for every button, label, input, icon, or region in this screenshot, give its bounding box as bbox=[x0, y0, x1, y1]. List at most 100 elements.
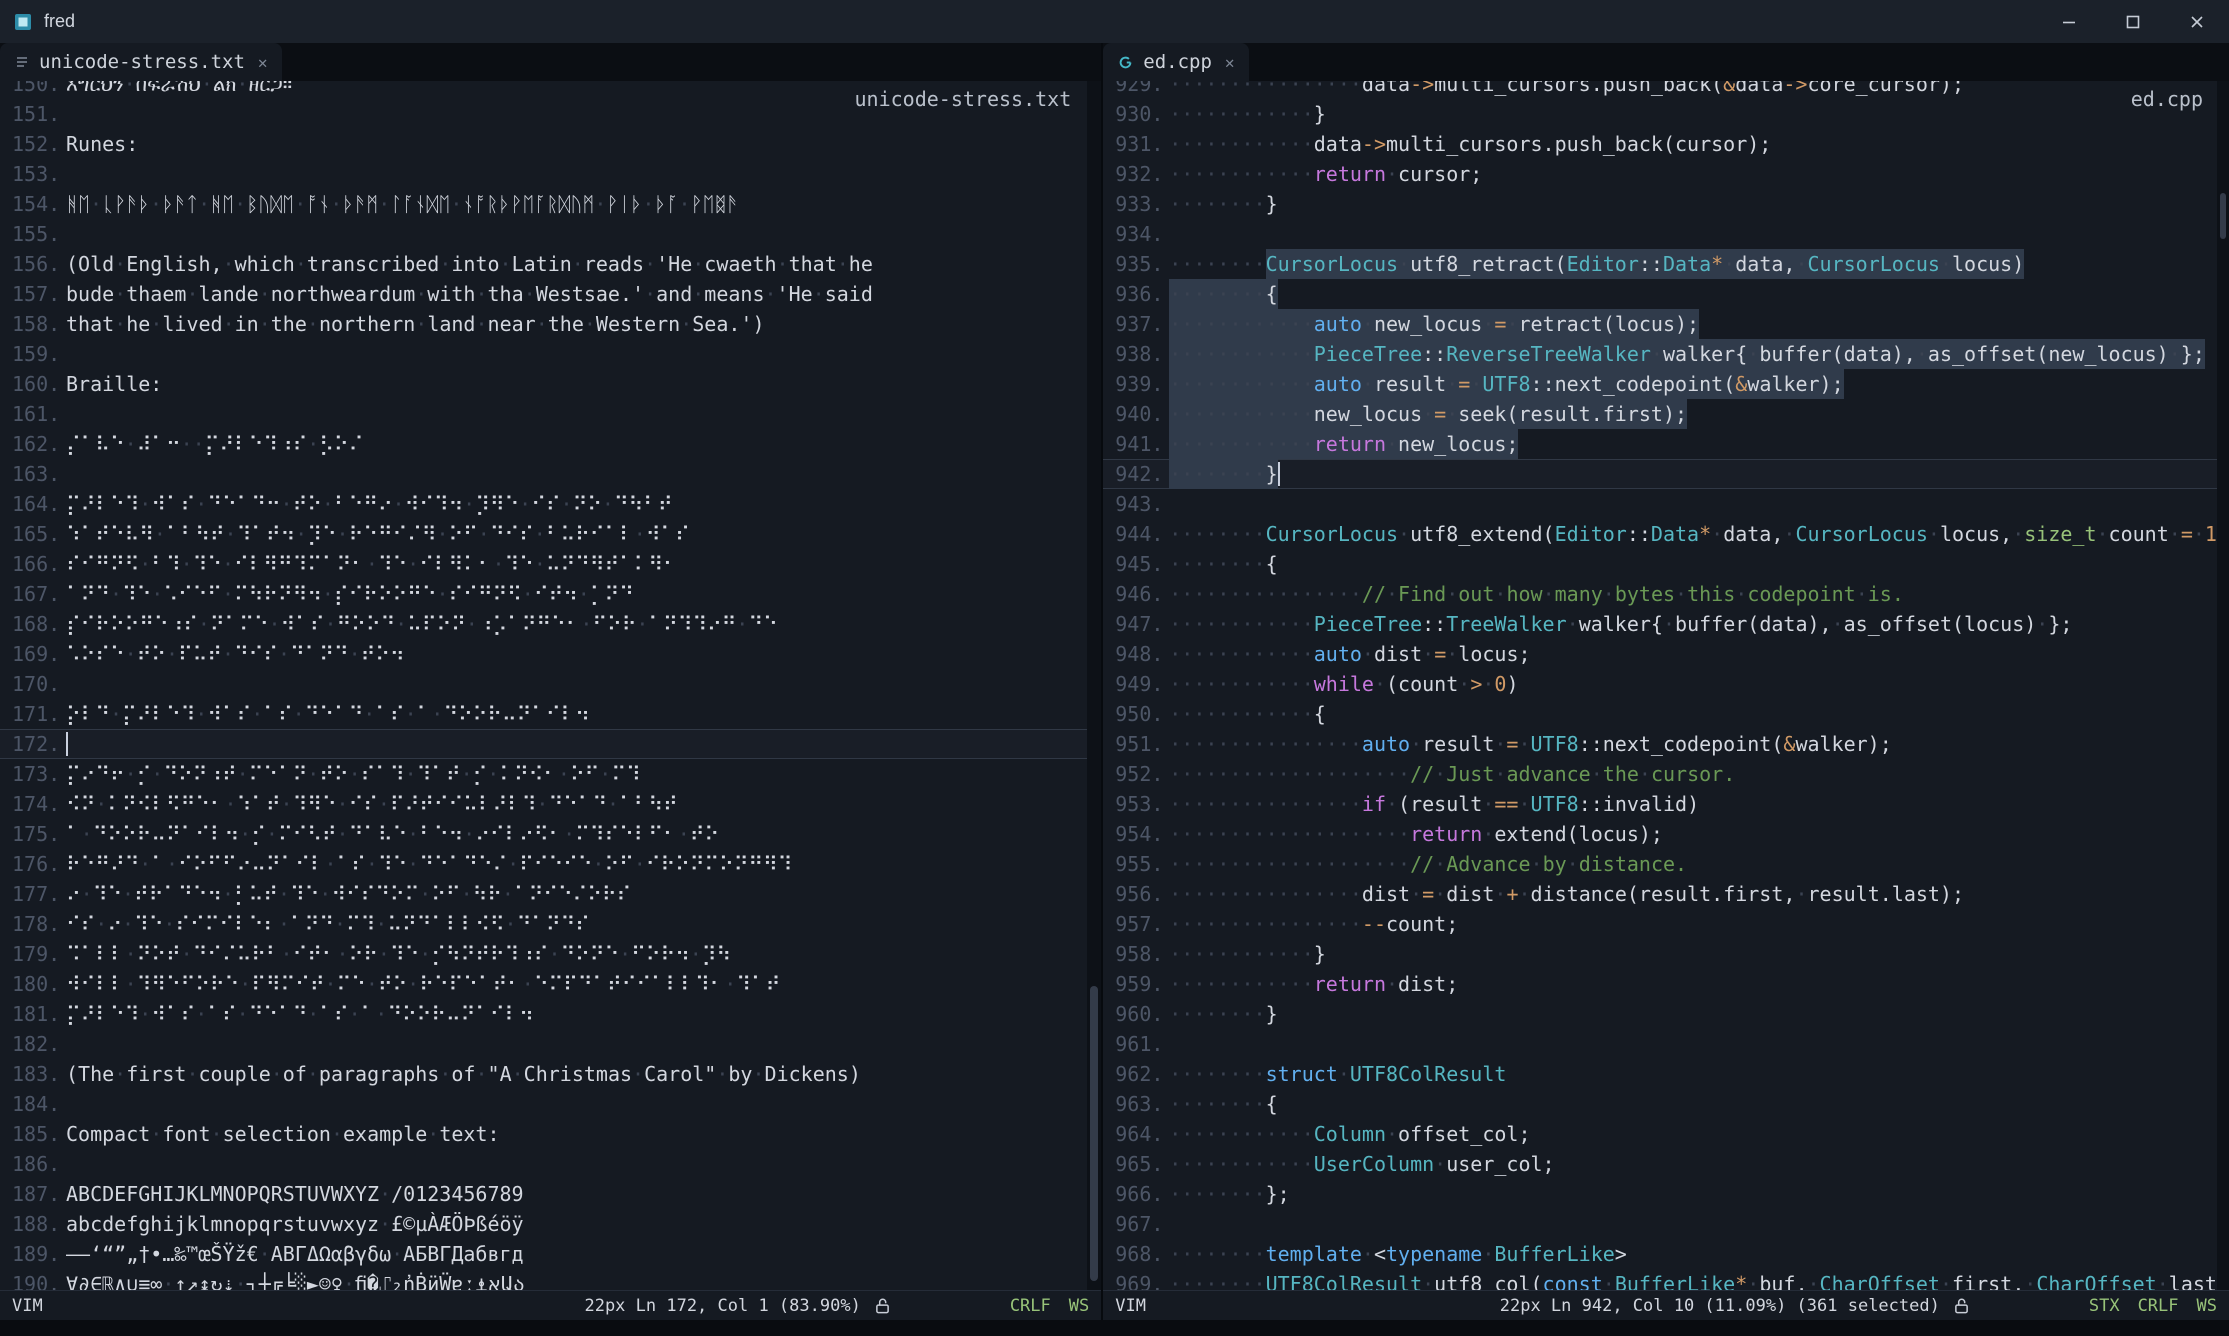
lock-unlocked-icon[interactable] bbox=[875, 1297, 890, 1315]
code-line[interactable]: 947.············PieceTree::TreeWalker·wa… bbox=[1103, 609, 2229, 639]
code-line[interactable]: 935.········CursorLocus·utf8_retract(Edi… bbox=[1103, 249, 2229, 279]
tab-ed-cpp[interactable]: ed.cpp ✕ bbox=[1103, 43, 1248, 81]
code-line[interactable]: 165.⠱⠁⠞⠑⠧⠻·⠁⠃⠳⠞·⠹⠁⠞⠲·⡹⠑·⠗⠑⠛⠊⠌⠻·⠕⠋·⠙⠊⠎·⠃⠥… bbox=[0, 519, 1101, 549]
code-line[interactable]: 159. bbox=[0, 339, 1101, 369]
minimize-button[interactable] bbox=[2037, 0, 2101, 43]
code-line[interactable]: 162.⡌⠁⠧⠑·⠼⠁⠒··⡍⠜⠇⠑⠹⠰⠎·⡣⠕⠌ bbox=[0, 429, 1101, 459]
code-line[interactable]: 940.············new_locus·=·seek(result.… bbox=[1103, 399, 2229, 429]
tab-close-icon[interactable]: ✕ bbox=[1225, 53, 1235, 72]
code-line[interactable]: 929.················data->multi_cursors.… bbox=[1103, 81, 2229, 99]
code-line[interactable]: 933.········} bbox=[1103, 189, 2229, 219]
code-line[interactable]: 938.············PieceTree::ReverseTreeWa… bbox=[1103, 339, 2229, 369]
code-line[interactable]: 172. bbox=[0, 729, 1101, 759]
code-line[interactable]: 181.⡍⠜⠇⠑⠹·⠺⠁⠎·⠁⠎·⠙⠑⠁⠙·⠁⠎·⠁·⠙⠕⠕⠗⠤⠝⠁⠊⠇⠲ bbox=[0, 999, 1101, 1029]
code-line[interactable]: 164.⡍⠜⠇⠑⠹·⠺⠁⠎·⠙⠑⠁⠙⠒·⠞⠕·⠃⠑⠛⠔·⠺⠊⠹⠲·⡹⠻⠑·⠊⠎·… bbox=[0, 489, 1101, 519]
code-line[interactable]: 186. bbox=[0, 1149, 1101, 1179]
code-line[interactable]: 187.ABCDEFGHIJKLMNOPQRSTUVWXYZ·/01234567… bbox=[0, 1179, 1101, 1209]
line-number: 167. bbox=[12, 579, 68, 609]
code-line[interactable]: 158.that·he·lived·in·the·northern·land·n… bbox=[0, 309, 1101, 339]
code-line[interactable]: 961. bbox=[1103, 1029, 2229, 1059]
code-line[interactable]: 169.⠡⠕⠎⠑·⠞⠕·⠏⠥⠞·⠙⠊⠎·⠙⠁⠝⠙·⠞⠕⠲ bbox=[0, 639, 1101, 669]
lock-unlocked-icon[interactable] bbox=[1954, 1297, 1969, 1315]
code-line[interactable]: 953.················if·(result·==·UTF8::… bbox=[1103, 789, 2229, 819]
code-line[interactable]: 188.abcdefghijklmnopqrstuvwxyz·£©µÀÆÖÞßé… bbox=[0, 1209, 1101, 1239]
code-line[interactable]: 183.(The·first·couple·of·paragraphs·of·"… bbox=[0, 1059, 1101, 1089]
code-line[interactable]: 160.Braille: bbox=[0, 369, 1101, 399]
code-line[interactable]: 942.········} bbox=[1103, 459, 2229, 489]
text-caret bbox=[1278, 462, 1280, 486]
code-line[interactable]: 939.············auto·result·=·UTF8::next… bbox=[1103, 369, 2229, 399]
code-line[interactable]: 167.⠁⠝⠙·⠹⠑·⠡⠊⠑⠋·⠍⠳⠗⠝⠻⠲·⡎⠊⠗⠕⠕⠛⠑·⠎⠊⠛⠝⠫·⠊⠞⠲… bbox=[0, 579, 1101, 609]
code-line[interactable]: 153. bbox=[0, 159, 1101, 189]
code-line[interactable]: 155. bbox=[0, 219, 1101, 249]
code-line[interactable]: 152.Runes: bbox=[0, 129, 1101, 159]
code-line[interactable]: 157.bude·thaem·lande·northweardum·with·t… bbox=[0, 279, 1101, 309]
scrollbar-thumb[interactable] bbox=[2220, 193, 2226, 239]
code-line[interactable]: 154.ᚻᛖ·ᚳᚹᚫᚦ·ᚦᚫᛏ·ᚻᛖ·ᛒᚢᛞᛖ·ᚩᚾ·ᚦᚫᛗ·ᛚᚪᚾᛞᛖ·ᚾᚩᚱ… bbox=[0, 189, 1101, 219]
code-line[interactable]: 182. bbox=[0, 1029, 1101, 1059]
code-line[interactable]: 166.⠎⠊⠛⠝⠫·⠃⠹·⠹⠑·⠊⠇⠻⠛⠹⠍⠁⠝⠂·⠹⠑·⠊⠇⠻⠅⠂·⠹⠑·⠥⠝… bbox=[0, 549, 1101, 579]
code-line[interactable]: 952.····················//·Just·advance·… bbox=[1103, 759, 2229, 789]
code-line[interactable]: 946.················//·Find·out·how·many… bbox=[1103, 579, 2229, 609]
code-line[interactable]: 957.················--count; bbox=[1103, 909, 2229, 939]
code-line[interactable]: 168.⡎⠊⠗⠕⠕⠛⠑⠰⠎·⠝⠁⠍⠑·⠺⠁⠎·⠛⠕⠕⠙·⠥⠏⠕⠝·⠰⡡⠁⠝⠛⠑⠂… bbox=[0, 609, 1101, 639]
code-line[interactable]: 930.············} bbox=[1103, 99, 2229, 129]
code-line[interactable]: 174.⠪⠝·⠅⠝⠪⠇⠫⠛⠑⠂·⠱⠁⠞·⠹⠻⠑·⠊⠎·⠏⠜⠞⠊⠊⠥⠇⠜⠇⠹·⠙⠑… bbox=[0, 789, 1101, 819]
code-line[interactable]: 944.········CursorLocus·utf8_extend(Edit… bbox=[1103, 519, 2229, 549]
close-button[interactable] bbox=[2165, 0, 2229, 43]
scrollbar-thumb[interactable] bbox=[1090, 986, 1098, 1281]
code-line[interactable]: 962.········struct·UTF8ColResult bbox=[1103, 1059, 2229, 1089]
tab-unicode-stress[interactable]: unicode-stress.txt ✕ bbox=[0, 43, 282, 81]
code-line[interactable]: 963.········{ bbox=[1103, 1089, 2229, 1119]
vertical-scrollbar[interactable] bbox=[1087, 81, 1101, 1290]
maximize-button[interactable] bbox=[2101, 0, 2165, 43]
code-line[interactable]: 941.············return·new_locus; bbox=[1103, 429, 2229, 459]
code-line[interactable]: 184. bbox=[0, 1089, 1101, 1119]
code-line[interactable]: 177.⠔·⠹⠑·⠞⠗⠁⠙⠑⠲·⡃⠥⠞·⠹⠑·⠺⠊⠎⠙⠕⠍·⠕⠋·⠳⠗·⠁⠝⠊⠑… bbox=[0, 879, 1101, 909]
code-line[interactable]: 934. bbox=[1103, 219, 2229, 249]
code-line[interactable]: 161. bbox=[0, 399, 1101, 429]
code-line[interactable]: 960.········} bbox=[1103, 999, 2229, 1029]
code-line[interactable]: 937.············auto·new_locus·=·retract… bbox=[1103, 309, 2229, 339]
code-line[interactable]: 959.············return·dist; bbox=[1103, 969, 2229, 999]
code-line[interactable]: 178.⠊⠎·⠔·⠹⠑·⠎⠊⠍⠊⠇⠑⠆·⠁⠝⠙·⠍⠹·⠥⠝⠙⠁⠇⠇⠪⠫·⠙⠁⠝⠙… bbox=[0, 909, 1101, 939]
code-line[interactable]: 943. bbox=[1103, 489, 2229, 519]
code-line[interactable]: 189.–—‘“”„†•…‰™œŠŸž€·ΑΒΓΔΩαβγδω·АБВГДабв… bbox=[0, 1239, 1101, 1269]
line-number: 934. bbox=[1115, 219, 1171, 249]
code-line[interactable]: 967. bbox=[1103, 1209, 2229, 1239]
code-line[interactable]: 173.⡍⠔⠙⠖·⡊·⠙⠕⠝⠰⠞·⠍⠑⠁⠝·⠞⠕·⠎⠁⠹·⠹⠁⠞·⡊·⠅⠝⠪⠂·… bbox=[0, 759, 1101, 789]
code-line[interactable]: 176.⠗⠑⠛⠜⠙·⠁·⠊⠕⠋⠋⠔⠤⠝⠁⠊⠇·⠁⠎·⠹⠑·⠙⠑⠁⠙⠑⠌·⠏⠊⠑⠊… bbox=[0, 849, 1101, 879]
tab-close-icon[interactable]: ✕ bbox=[258, 53, 268, 72]
code-line[interactable]: 931.············data->multi_cursors.push… bbox=[1103, 129, 2229, 159]
code-line[interactable]: 948.············auto·dist·=·locus; bbox=[1103, 639, 2229, 669]
code-line[interactable]: 156.(Old·English,·which·transcribed·into… bbox=[0, 249, 1101, 279]
code-line[interactable]: 936.········{ bbox=[1103, 279, 2229, 309]
code-lines: 929.················data->multi_cursors.… bbox=[1103, 81, 2229, 1290]
code-line[interactable]: 179.⠩⠁⠇⠇·⠝⠕⠞·⠙⠊⠌⠥⠗⠃·⠊⠞⠂·⠕⠗·⠹⠑·⡊⠳⠝⠞⠗⠹⠰⠎·⠙… bbox=[0, 939, 1101, 969]
code-line[interactable]: 966.········}; bbox=[1103, 1179, 2229, 1209]
code-line[interactable]: 175.⠁·⠙⠕⠕⠗⠤⠝⠁⠊⠇⠲·⡊·⠍⠊⠣⠞·⠙⠁⠧⠑·⠃⠑⠲·⠔⠊⠇⠔⠫⠂·… bbox=[0, 819, 1101, 849]
code-line[interactable]: 185.Compact·font·selection·example·text: bbox=[0, 1119, 1101, 1149]
code-line[interactable]: 969.········UTF8ColResult·utf8_col(const… bbox=[1103, 1269, 2229, 1290]
text-editor[interactable]: 150.እግርህን·በፍራሽህ·ልክ·ዘርጋ።151.152.Runes:153… bbox=[0, 81, 1101, 1290]
code-line[interactable]: 954.····················return·extend(lo… bbox=[1103, 819, 2229, 849]
code-line[interactable]: 932.············return·cursor; bbox=[1103, 159, 2229, 189]
code-line[interactable]: 163. bbox=[0, 459, 1101, 489]
code-line[interactable]: 964.············Column·offset_col; bbox=[1103, 1119, 2229, 1149]
code-line[interactable]: 170. bbox=[0, 669, 1101, 699]
code-line[interactable]: 950.············{ bbox=[1103, 699, 2229, 729]
text-editor[interactable]: 929.················data->multi_cursors.… bbox=[1103, 81, 2229, 1290]
code-line[interactable]: 958.············} bbox=[1103, 939, 2229, 969]
code-line[interactable]: 171.⡕⠇⠙·⡍⠜⠇⠑⠹·⠺⠁⠎·⠁⠎·⠙⠑⠁⠙·⠁⠎·⠁·⠙⠕⠕⠗⠤⠝⠁⠊⠇… bbox=[0, 699, 1101, 729]
code-line[interactable]: 965.············UserColumn·user_col; bbox=[1103, 1149, 2229, 1179]
code-line[interactable]: 956.················dist·=·dist·+·distan… bbox=[1103, 879, 2229, 909]
line-number: 164. bbox=[12, 489, 68, 519]
code-line[interactable]: 190.∀∂∈ℝ∧∪≡∞·↑↗↨↻⇣·┐┼╔╘░►☺♀·ﬁ�⑀₂ἠḂӥẄɐː⍎א… bbox=[0, 1269, 1101, 1290]
code-line[interactable]: 945.········{ bbox=[1103, 549, 2229, 579]
code-line[interactable]: 949.············while·(count·>·0) bbox=[1103, 669, 2229, 699]
code-line[interactable]: 951.················auto·result·=·UTF8::… bbox=[1103, 729, 2229, 759]
code-line[interactable]: 955.····················//·Advance·by·di… bbox=[1103, 849, 2229, 879]
code-line[interactable]: 180.⠺⠊⠇⠇·⠹⠻⠑⠋⠕⠗⠑·⠏⠻⠍⠊⠞·⠍⠑·⠞⠕·⠗⠑⠏⠑⠁⠞⠂·⠑⠍⠏… bbox=[0, 969, 1101, 999]
code-line[interactable]: 968.········template·<typename·BufferLik… bbox=[1103, 1239, 2229, 1269]
vertical-scrollbar[interactable] bbox=[2217, 81, 2229, 1290]
